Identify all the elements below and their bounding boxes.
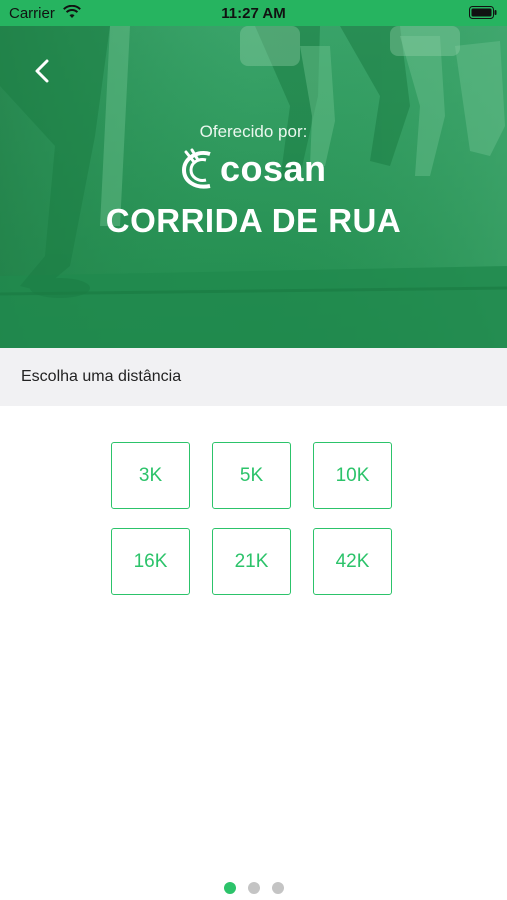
status-bar: Carrier 11:27 AM (0, 0, 507, 26)
section-header: Escolha uma distância (0, 348, 507, 406)
sponsor-name: cosan (220, 148, 327, 189)
distance-option-5k[interactable]: 5K (212, 442, 291, 509)
page-dot-2[interactable] (248, 882, 260, 894)
page-dot-3[interactable] (272, 882, 284, 894)
page-indicator (0, 882, 507, 896)
distance-option-10k[interactable]: 10K (313, 442, 392, 509)
hero-banner: Oferecido por: cosan CORRIDA DE RUA (0, 26, 507, 348)
distance-option-3k[interactable]: 3K (111, 442, 190, 509)
back-button[interactable] (28, 56, 58, 86)
event-title: CORRIDA DE RUA (105, 202, 402, 239)
distance-option-16k[interactable]: 16K (111, 528, 190, 595)
offered-by-label: Oferecido por: (199, 122, 308, 141)
battery-icon (469, 6, 497, 23)
distance-option-21k[interactable]: 21K (212, 528, 291, 595)
sponsor-logo: cosan (180, 146, 330, 192)
section-title: Escolha uma distância (21, 368, 182, 385)
clock: 11:27 AM (221, 5, 286, 22)
distance-option-42k[interactable]: 42K (313, 528, 392, 595)
page-dot-1[interactable] (224, 882, 236, 894)
chevron-left-icon (35, 59, 49, 83)
cosan-logo-mark-icon (181, 148, 211, 189)
